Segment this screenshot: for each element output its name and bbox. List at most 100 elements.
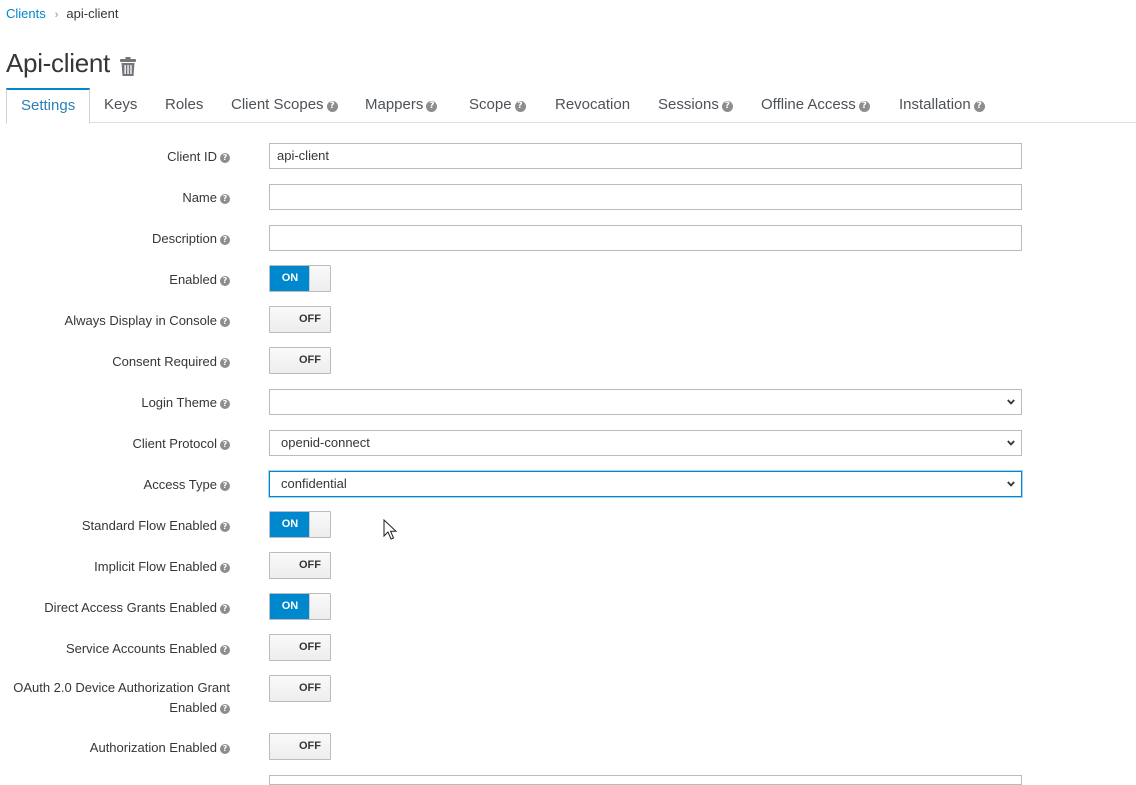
field-label: Client Protocol? (132, 436, 230, 451)
toggle-state: ON (270, 594, 310, 619)
field-label-text: Implicit Flow Enabled (94, 559, 217, 574)
field-label-text: Client ID (167, 149, 217, 164)
help-icon[interactable]: ? (973, 101, 985, 112)
breadcrumb-separator: › (54, 9, 59, 21)
help-icon[interactable]: ? (220, 194, 230, 204)
service-accounts-toggle[interactable]: OFF (269, 634, 331, 661)
toggle-knob (270, 307, 291, 332)
tab-sessions[interactable]: Sessions? (658, 88, 733, 123)
toggle-knob (270, 553, 291, 578)
tab-keys[interactable]: Keys (104, 88, 137, 123)
tab-settings[interactable]: Settings (6, 88, 91, 124)
toggle-knob (270, 348, 291, 373)
field-label: Implicit Flow Enabled? (94, 559, 230, 574)
help-icon[interactable]: ? (858, 101, 870, 112)
help-icon[interactable]: ? (514, 101, 526, 112)
field-label-text: Description (151, 231, 217, 246)
name-input[interactable] (269, 184, 1022, 210)
help-icon[interactable]: ? (220, 481, 230, 491)
help-icon[interactable]: ? (220, 704, 230, 714)
field-label-text: Consent Required (112, 354, 217, 369)
tab-label: Settings (21, 97, 76, 114)
breadcrumb-current: api-client (66, 6, 119, 21)
help-icon[interactable]: ? (721, 101, 733, 112)
toggle-state: OFF (290, 734, 330, 759)
tab-client-scopes[interactable]: Client Scopes? (231, 88, 338, 123)
tab-scope[interactable]: Scope? (469, 88, 526, 123)
toggle-state: OFF (290, 676, 330, 701)
help-icon[interactable]: ? (220, 317, 230, 327)
field-label: Login Theme? (141, 395, 230, 410)
field-label-text: Client Protocol (132, 436, 217, 451)
toggle-knob (309, 594, 330, 619)
client-protocol-select[interactable]: openid-connect (269, 430, 1022, 456)
next-field-input[interactable] (269, 775, 1022, 785)
field-label-text: Login Theme (141, 395, 217, 410)
always-display-toggle[interactable]: OFF (269, 306, 331, 333)
breadcrumb: Clients › api-client (6, 6, 118, 21)
field-label-text: Always Display in Console (64, 313, 217, 328)
field-label: Consent Required? (112, 354, 230, 369)
help-icon[interactable]: ? (220, 744, 230, 754)
field-label: Authorization Enabled? (90, 740, 230, 755)
help-icon[interactable]: ? (220, 276, 230, 286)
page-title: Api-client (6, 48, 110, 78)
implicit-flow-toggle[interactable]: OFF (269, 552, 331, 579)
help-icon[interactable]: ? (426, 101, 438, 112)
select-value: openid-connect (281, 435, 370, 450)
tab-label: Scope (469, 96, 512, 113)
help-icon[interactable]: ? (220, 153, 230, 163)
login-theme-select[interactable] (269, 389, 1022, 415)
help-icon[interactable]: ? (220, 604, 230, 614)
field-label-text: Access Type (143, 477, 217, 492)
field-label: Access Type? (144, 477, 230, 492)
help-icon[interactable]: ? (326, 101, 338, 112)
field-label-text: OAuth 2.0 Device Authorization Grant (13, 680, 230, 695)
direct-access-toggle[interactable]: ON (269, 593, 331, 620)
toggle-state: ON (270, 512, 310, 537)
field-label-text: Direct Access Grants Enabled (44, 600, 217, 615)
toggle-knob (270, 635, 291, 660)
help-icon[interactable]: ? (220, 522, 230, 532)
select-value: confidential (281, 476, 347, 491)
help-icon[interactable]: ? (220, 440, 230, 450)
help-icon[interactable]: ? (220, 399, 230, 409)
field-label: Always Display in Console? (65, 313, 230, 328)
client-id-input[interactable]: api-client (269, 143, 1022, 169)
field-label: Direct Access Grants Enabled? (44, 600, 230, 615)
tab-offline-access[interactable]: Offline Access? (761, 88, 870, 123)
field-label: Name? (182, 190, 230, 205)
tab-mappers[interactable]: Mappers? (365, 88, 438, 123)
tab-roles[interactable]: Roles (165, 88, 203, 123)
field-label-text: Enabled (169, 272, 217, 287)
help-icon[interactable]: ? (220, 563, 230, 573)
access-type-select[interactable]: confidential (269, 471, 1022, 497)
device-grant-toggle[interactable]: OFF (269, 675, 331, 702)
field-label: Service Accounts Enabled? (66, 641, 230, 656)
field-label-text: Standard Flow Enabled (81, 518, 217, 533)
chevron-down-icon (1007, 440, 1015, 446)
description-input[interactable] (269, 225, 1022, 251)
toggle-knob (270, 734, 291, 759)
field-label: Client ID? (167, 149, 230, 164)
consent-required-toggle[interactable]: OFF (269, 347, 331, 374)
chevron-down-icon (1007, 481, 1015, 487)
tab-label: Offline Access (761, 96, 856, 113)
breadcrumb-clients-link[interactable]: Clients (6, 6, 46, 21)
tab-label: Keys (104, 96, 138, 113)
tab-label: Mappers (365, 96, 424, 113)
tab-revocation[interactable]: Revocation (555, 88, 630, 123)
field-label: OAuth 2.0 Device Authorization Grant Enab… (0, 678, 230, 718)
help-icon[interactable]: ? (220, 235, 230, 245)
authorization-toggle[interactable]: OFF (269, 733, 331, 760)
mouse-cursor-icon (383, 519, 397, 540)
field-label: Enabled? (169, 272, 230, 287)
enabled-toggle[interactable]: ON (269, 265, 331, 292)
chevron-down-icon (1007, 399, 1015, 405)
help-icon[interactable]: ? (220, 358, 230, 368)
trash-icon[interactable] (120, 57, 136, 76)
tab-label: Revocation (555, 96, 631, 113)
standard-flow-toggle[interactable]: ON (269, 511, 331, 538)
help-icon[interactable]: ? (220, 645, 230, 655)
tab-installation[interactable]: Installation? (899, 88, 985, 123)
